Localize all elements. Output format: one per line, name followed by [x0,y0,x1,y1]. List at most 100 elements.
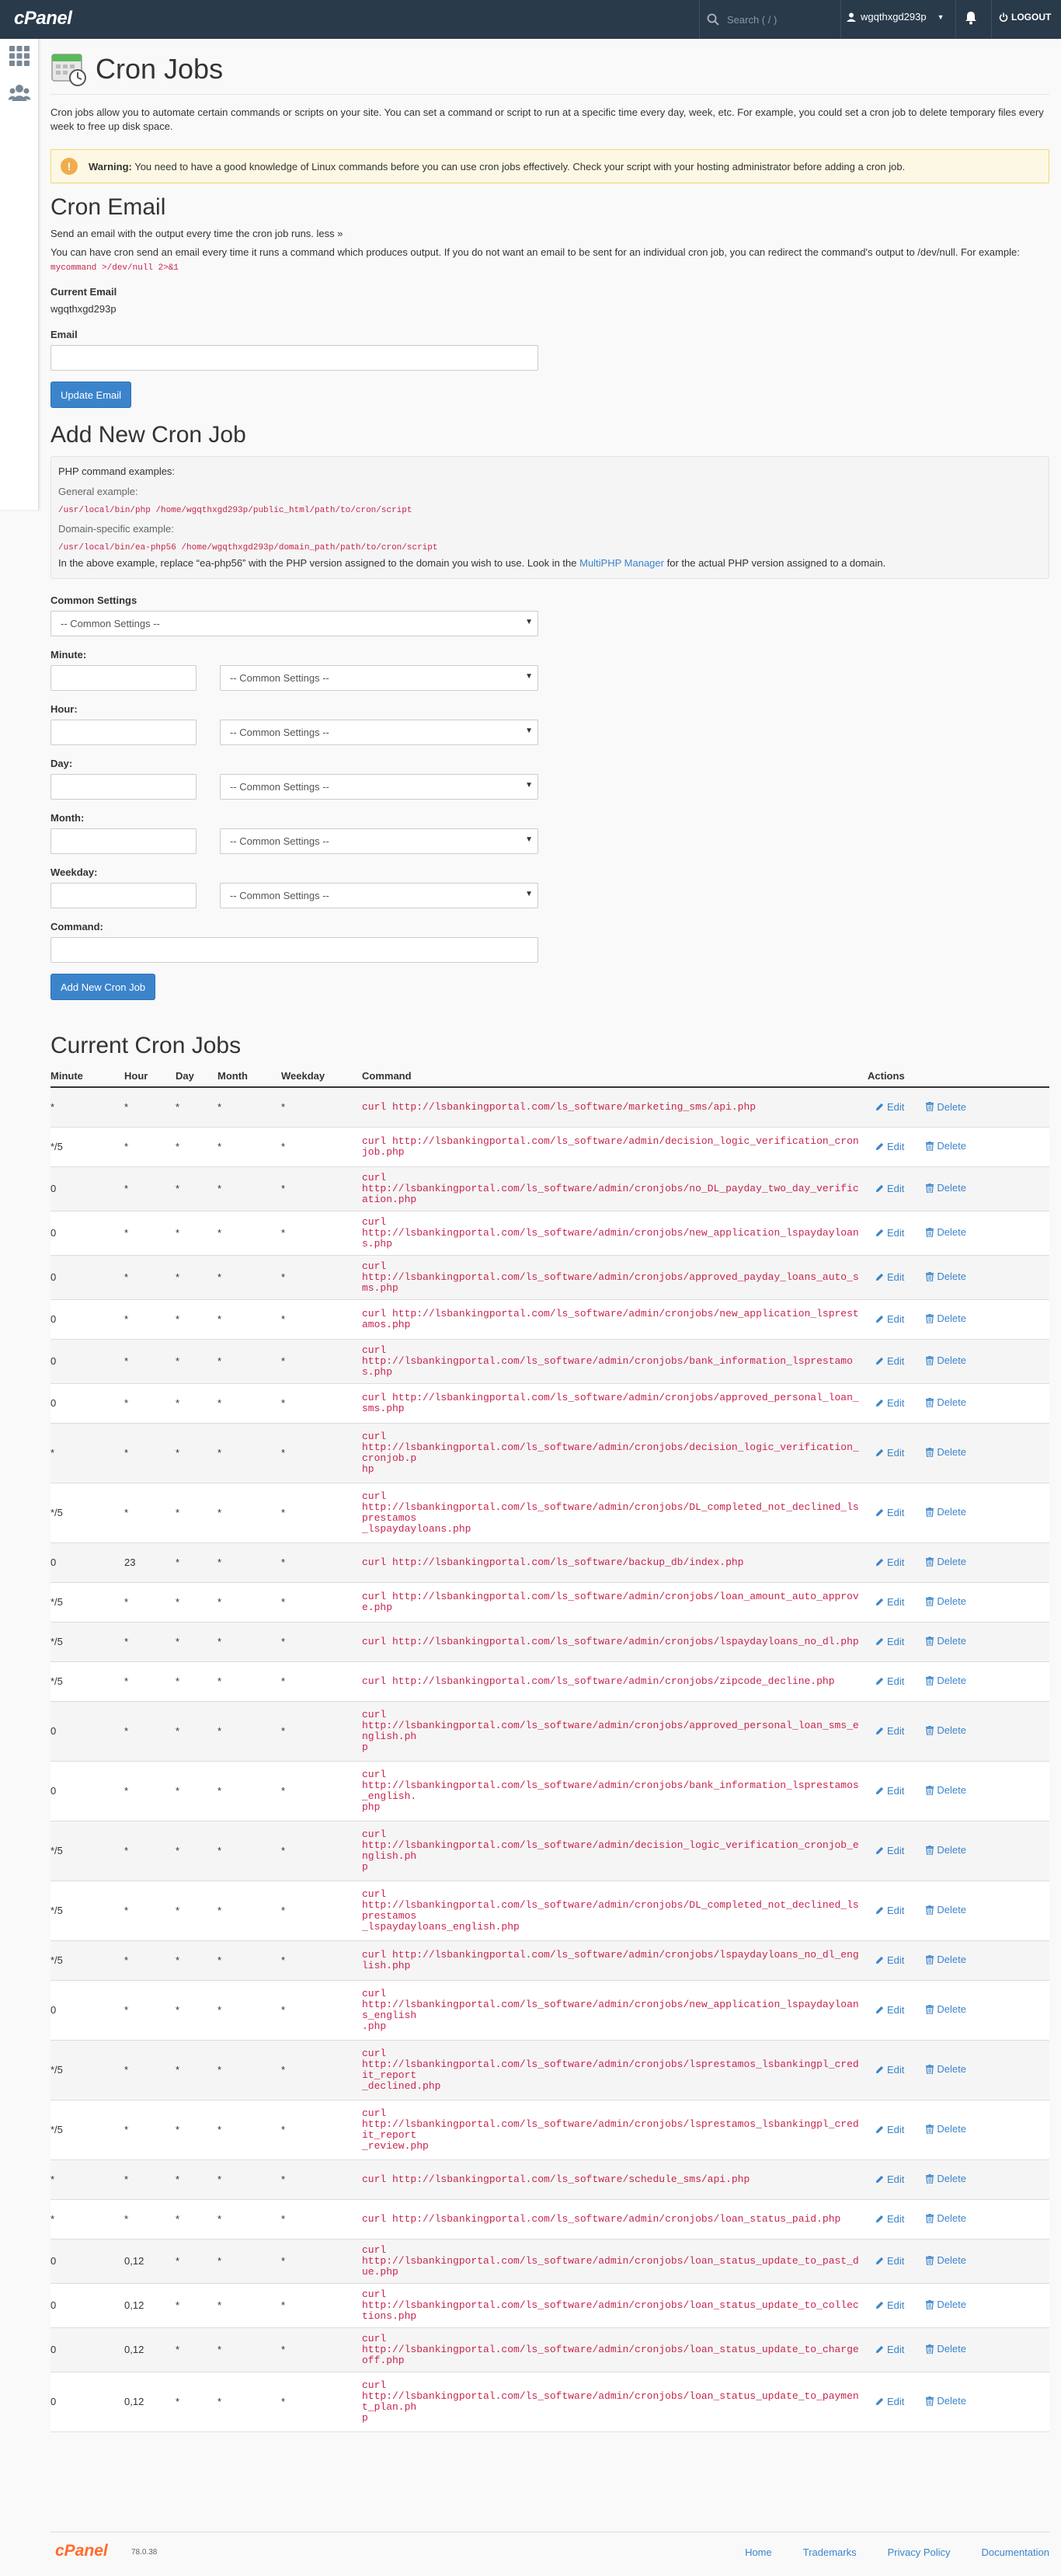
delete-button[interactable]: Delete [926,2299,966,2310]
delete-button[interactable]: Delete [926,1844,966,1856]
command-input[interactable] [50,937,538,963]
footer-link-documentation[interactable]: Documentation [982,2546,1049,2558]
notifications-button[interactable] [965,11,977,27]
day-select[interactable]: -- Common Settings -- ▼ [220,774,538,800]
hour-select[interactable]: -- Common Settings -- ▼ [220,720,538,745]
delete-button[interactable]: Delete [926,2212,966,2224]
footer-link-trademarks[interactable]: Trademarks [803,2546,857,2558]
delete-button[interactable]: Delete [926,1904,966,1915]
delete-button[interactable]: Delete [926,1226,966,1238]
edit-button[interactable]: Edit [875,1556,904,1568]
edit-button[interactable]: Edit [875,1845,904,1856]
weekday-select[interactable]: -- Common Settings -- ▼ [220,883,538,908]
delete-button[interactable]: Delete [926,2123,966,2135]
edit-button[interactable]: Edit [875,1507,904,1518]
delete-button[interactable]: Delete [926,1635,966,1647]
logout-button[interactable]: LOGOUT [999,12,1051,23]
delete-button[interactable]: Delete [926,2003,966,2015]
edit-button[interactable]: Edit [875,1785,904,1797]
edit-button[interactable]: Edit [875,2255,904,2267]
edit-button[interactable]: Edit [875,1101,904,1113]
cell-weekday: * [281,1542,362,1583]
col-minute[interactable]: Minute [50,1065,124,1088]
edit-button[interactable]: Edit [875,1905,904,1916]
delete-button[interactable]: Delete [926,1675,966,1686]
delete-button[interactable]: Delete [926,1396,966,1408]
cell-month: * [217,2327,281,2372]
delete-button[interactable]: Delete [926,1784,966,1796]
day-input[interactable] [50,774,197,800]
weekday-input[interactable] [50,883,197,908]
col-day[interactable]: Day [176,1065,217,1088]
edit-button[interactable]: Edit [875,2064,904,2076]
delete-button[interactable]: Delete [926,2063,966,2075]
delete-button[interactable]: Delete [926,1724,966,1736]
trash-icon [926,1675,934,1685]
warning-icon: ! [61,158,78,175]
edit-button[interactable]: Edit [875,1397,904,1409]
delete-label: Delete [937,1784,966,1797]
edit-button[interactable]: Edit [875,1954,904,1966]
edit-button[interactable]: Edit [875,2213,904,2225]
delete-button[interactable]: Delete [926,1101,966,1113]
edit-button[interactable]: Edit [875,2124,904,2135]
edit-button[interactable]: Edit [875,1271,904,1283]
search-input[interactable] [727,13,828,26]
edit-button[interactable]: Edit [875,1675,904,1687]
hour-input[interactable] [50,720,197,745]
less-link[interactable]: less » [317,228,343,239]
add-cron-job-button[interactable]: Add New Cron Job [50,974,156,1000]
col-weekday[interactable]: Weekday [281,1065,362,1088]
cpanel-logo[interactable]: cPanel [14,8,72,30]
delete-button[interactable]: Delete [926,1140,966,1152]
edit-button[interactable]: Edit [875,1183,904,1194]
footer-link-privacy[interactable]: Privacy Policy [888,2546,951,2558]
cell-actions: Edit Delete [868,1940,1049,1981]
search-box[interactable] [707,6,839,33]
col-month[interactable]: Month [217,1065,281,1088]
update-email-button[interactable]: Update Email [50,382,132,408]
delete-button[interactable]: Delete [926,1312,966,1324]
month-input[interactable] [50,828,197,854]
edit-button[interactable]: Edit [875,1447,904,1459]
footer-cpanel-logo[interactable]: cPanel [55,2542,108,2560]
trash-icon [926,1183,934,1193]
delete-button[interactable]: Delete [926,2395,966,2407]
multiphp-manager-link[interactable]: MultiPHP Manager [579,557,664,569]
delete-button[interactable]: Delete [926,2254,966,2266]
common-settings-select[interactable]: -- Common Settings -- ▼ [50,611,538,636]
email-input[interactable] [50,345,538,371]
month-select[interactable]: -- Common Settings -- ▼ [220,828,538,854]
edit-button[interactable]: Edit [875,1141,904,1152]
edit-button[interactable]: Edit [875,1227,904,1239]
email-label: Email [50,329,78,340]
minute-select[interactable]: -- Common Settings -- ▼ [220,665,538,691]
users-icon[interactable] [9,82,30,104]
delete-button[interactable]: Delete [926,1595,966,1607]
edit-button[interactable]: Edit [875,1313,904,1325]
col-hour[interactable]: Hour [124,1065,176,1088]
delete-button[interactable]: Delete [926,1506,966,1518]
delete-button[interactable]: Delete [926,1354,966,1366]
edit-button[interactable]: Edit [875,2396,904,2407]
edit-button[interactable]: Edit [875,2344,904,2355]
user-menu[interactable]: wgqthxgd293p ▼ [847,11,944,23]
delete-button[interactable]: Delete [926,1954,966,1965]
edit-button[interactable]: Edit [875,2173,904,2185]
delete-button[interactable]: Delete [926,1271,966,1282]
edit-button[interactable]: Edit [875,1725,904,1737]
edit-button[interactable]: Edit [875,1636,904,1647]
edit-button[interactable]: Edit [875,2299,904,2311]
delete-button[interactable]: Delete [926,2343,966,2355]
footer-link-home[interactable]: Home [745,2546,772,2558]
col-command[interactable]: Command [362,1065,868,1088]
delete-button[interactable]: Delete [926,1182,966,1194]
edit-button[interactable]: Edit [875,1596,904,1608]
delete-button[interactable]: Delete [926,1446,966,1458]
edit-button[interactable]: Edit [875,1355,904,1367]
apps-grid-icon[interactable] [9,45,30,67]
edit-button[interactable]: Edit [875,2004,904,2016]
delete-button[interactable]: Delete [926,1556,966,1567]
minute-input[interactable] [50,665,197,691]
delete-button[interactable]: Delete [926,2173,966,2184]
